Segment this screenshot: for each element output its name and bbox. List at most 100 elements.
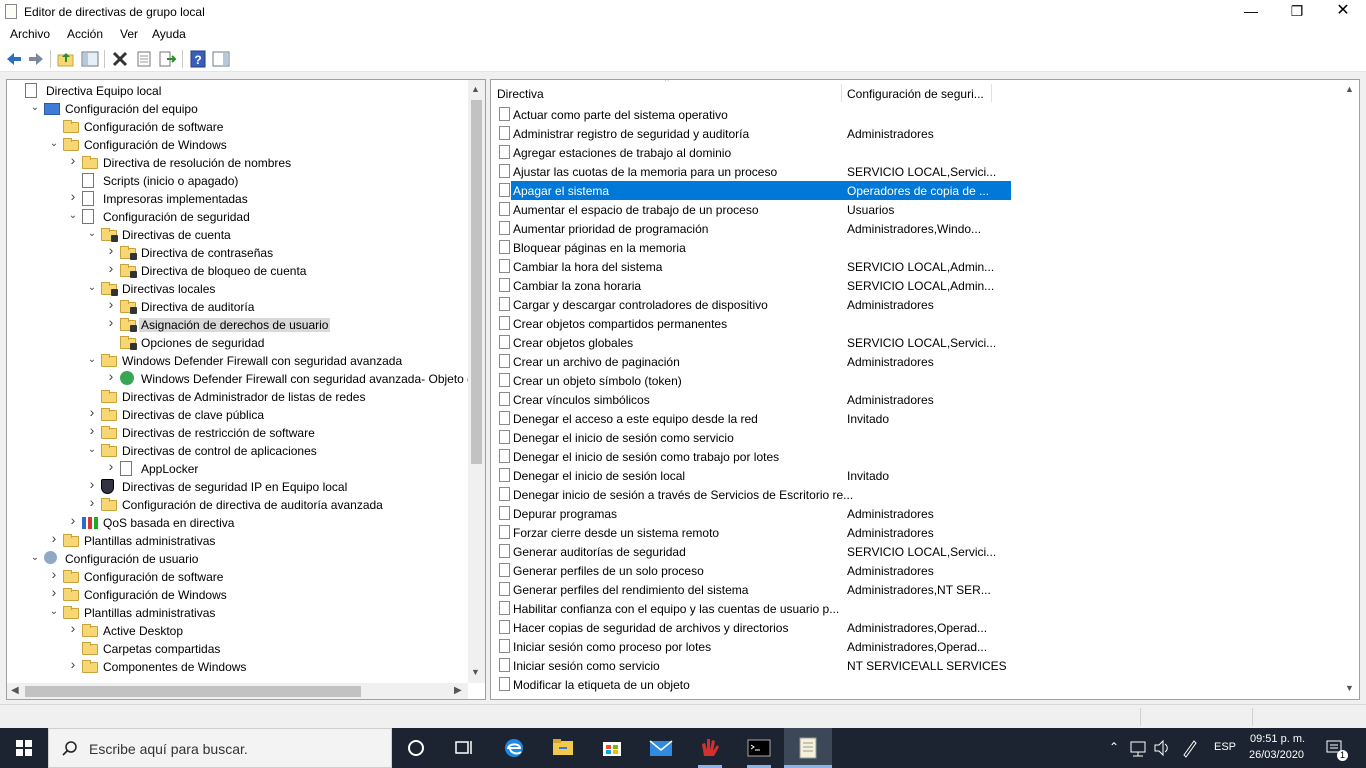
policy-row[interactable]: Denegar el inicio de sesión como servici… (491, 428, 991, 447)
network-icon[interactable] (1128, 728, 1148, 768)
red-hand-app-icon[interactable] (686, 728, 734, 768)
tree-item[interactable]: ⌄ Windows Defender Firewall con seguridad… (7, 352, 467, 370)
scroll-left-icon[interactable]: ◀ (11, 685, 19, 696)
tree-item[interactable]: Configuración de software (7, 118, 467, 136)
menu-ayuda[interactable]: Ayuda (152, 27, 186, 41)
tree-hscroll-thumb[interactable] (25, 686, 361, 697)
collapsed-chevron-icon[interactable]: › (106, 261, 116, 275)
tree-item[interactable]: › Configuración de software (7, 567, 467, 586)
collapsed-chevron-icon[interactable]: › (87, 495, 97, 509)
tree-vertical-scrollbar[interactable]: ▲ ▼ (468, 80, 485, 683)
collapsed-chevron-icon[interactable]: › (106, 315, 116, 329)
minimize-button[interactable]: — (1228, 0, 1274, 24)
show-action-pane-icon[interactable] (211, 49, 231, 69)
export-list-icon[interactable] (157, 49, 177, 69)
collapsed-chevron-icon[interactable]: › (106, 297, 116, 311)
tree-item[interactable]: › Configuración de Windows (7, 585, 467, 604)
show-hidden-icons-button[interactable]: ⌃ (1104, 728, 1124, 768)
show-tree-icon[interactable] (80, 49, 100, 69)
expanded-chevron-icon[interactable]: ⌄ (49, 606, 59, 618)
policy-row[interactable]: Bloquear páginas en la memoria (491, 238, 991, 257)
help-icon[interactable]: ? (188, 49, 208, 69)
collapsed-chevron-icon[interactable]: › (87, 477, 97, 491)
cortana-icon[interactable] (392, 728, 440, 768)
collapsed-chevron-icon[interactable]: › (68, 513, 78, 527)
tree-item[interactable]: ⌄ Directivas de control de aplicaciones (7, 442, 467, 460)
policy-row[interactable]: Generar auditorías de seguridad SERVICIO … (491, 542, 996, 561)
back-icon[interactable] (4, 49, 24, 69)
edge-browser-icon[interactable] (490, 728, 538, 768)
scroll-down-icon[interactable]: ▼ (471, 667, 480, 677)
tree-item[interactable]: › Directivas de clave pública (7, 405, 467, 424)
language-indicator[interactable]: ESP (1214, 741, 1236, 753)
tree-item[interactable]: › Directivas de seguridad IP en Equipo lo… (7, 477, 467, 496)
collapsed-chevron-icon[interactable]: › (106, 243, 116, 257)
policy-row[interactable]: Apagar el sistema Operadores de copia de … (499, 181, 1011, 200)
properties-icon[interactable] (134, 49, 154, 69)
expanded-chevron-icon[interactable]: ⌄ (30, 552, 40, 564)
taskbar-search-box[interactable]: Escribe aquí para buscar. (48, 728, 392, 768)
tree-item[interactable]: › Asignación de derechos de usuario (7, 315, 467, 334)
policy-row[interactable]: Iniciar sesión como proceso por lotes Adm… (491, 637, 991, 656)
collapsed-chevron-icon[interactable]: › (106, 459, 116, 473)
policy-row[interactable]: Aumentar prioridad de programación Admini… (491, 219, 991, 238)
tree-horizontal-scrollbar[interactable]: ◀ ▶ (7, 683, 468, 699)
policy-row[interactable]: Actuar como parte del sistema operativo (491, 105, 991, 124)
policy-row[interactable]: Denegar inicio de sesión a través de Ser… (491, 485, 991, 504)
collapsed-chevron-icon[interactable]: › (68, 657, 78, 671)
menu-ver[interactable]: Ver (120, 27, 138, 41)
tree-item[interactable]: Directivas de Administrador de listas de… (7, 388, 467, 406)
policy-row[interactable]: Hacer copias de seguridad de archivos y … (491, 618, 991, 637)
column-divider[interactable] (841, 84, 842, 102)
policy-row[interactable]: Depurar programas Administradores (491, 504, 991, 523)
collapsed-chevron-icon[interactable]: › (49, 585, 59, 599)
tree-scroll-thumb[interactable] (471, 100, 482, 464)
store-icon[interactable] (588, 728, 636, 768)
tree-item[interactable]: › Directiva de resolución de nombres (7, 153, 467, 172)
collapsed-chevron-icon[interactable]: › (49, 567, 59, 581)
tree-item[interactable]: ⌄ Plantillas administrativas (7, 604, 467, 622)
list-vertical-scrollbar[interactable]: ▲ ▼ (1342, 80, 1359, 699)
tree-item[interactable]: › Configuración de directiva de auditoría… (7, 495, 467, 514)
tree-item[interactable]: › Impresoras implementadas (7, 189, 467, 208)
scroll-down-icon[interactable]: ▼ (1345, 683, 1354, 693)
tree-item[interactable]: ⌄ Configuración de seguridad (7, 208, 467, 226)
policy-row[interactable]: Crear un objeto símbolo (token) (491, 371, 991, 390)
expanded-chevron-icon[interactable]: ⌄ (68, 210, 78, 222)
policy-row[interactable]: Crear objetos compartidos permanentes (491, 314, 991, 333)
collapsed-chevron-icon[interactable]: › (68, 621, 78, 635)
collapsed-chevron-icon[interactable]: › (68, 189, 78, 203)
expanded-chevron-icon[interactable]: ⌄ (87, 228, 97, 240)
collapsed-chevron-icon[interactable]: › (49, 531, 59, 545)
column-header-policy[interactable]: Directiva (497, 87, 544, 101)
gpedit-taskbar-button[interactable] (784, 728, 832, 768)
policy-row[interactable]: Crear un archivo de paginación Administra… (491, 352, 991, 371)
menu-archivo[interactable]: Archivo (10, 27, 50, 41)
policy-row[interactable]: Iniciar sesión como servicio NT SERVICE\A… (491, 656, 1007, 675)
policy-row[interactable]: Generar perfiles de un solo proceso Admin… (491, 561, 991, 580)
expanded-chevron-icon[interactable]: ⌄ (49, 138, 59, 150)
up-folder-icon[interactable] (56, 49, 76, 69)
menu-accion[interactable]: Acción (67, 27, 103, 41)
action-center-button[interactable]: 1 (1322, 728, 1350, 768)
policy-row[interactable]: Modificar la etiqueta de un objeto (491, 675, 991, 694)
expanded-chevron-icon[interactable]: ⌄ (87, 354, 97, 366)
policy-row[interactable]: Forzar cierre desde un sistema remoto Adm… (491, 523, 991, 542)
tree-item[interactable]: Directiva Equipo local (7, 82, 467, 100)
expanded-chevron-icon[interactable]: ⌄ (87, 444, 97, 456)
expanded-chevron-icon[interactable]: ⌄ (87, 282, 97, 294)
policy-row[interactable]: Denegar el inicio de sesión como trabajo… (491, 447, 991, 466)
scroll-up-icon[interactable]: ▲ (1345, 84, 1354, 94)
pen-ink-icon[interactable] (1180, 728, 1200, 768)
restore-button[interactable]: ❐ (1274, 0, 1320, 24)
tree-item[interactable]: ⌄ Configuración de usuario (7, 550, 467, 568)
clock-time[interactable]: 09:51 p. m. (1250, 733, 1305, 745)
task-view-icon[interactable] (440, 728, 488, 768)
policy-row[interactable]: Crear vínculos simbólicos Administradores (491, 390, 991, 409)
tree-item[interactable]: › Directiva de auditoría (7, 297, 467, 316)
tree-item[interactable]: › Plantillas administrativas (7, 531, 467, 550)
windows-start-icon[interactable] (0, 728, 48, 768)
policy-row[interactable]: Crear objetos globales SERVICIO LOCAL,Ser… (491, 333, 996, 352)
tree-item[interactable]: ⌄ Configuración de Windows (7, 136, 467, 154)
policy-row[interactable]: Denegar el acceso a este equipo desde la… (491, 409, 991, 428)
